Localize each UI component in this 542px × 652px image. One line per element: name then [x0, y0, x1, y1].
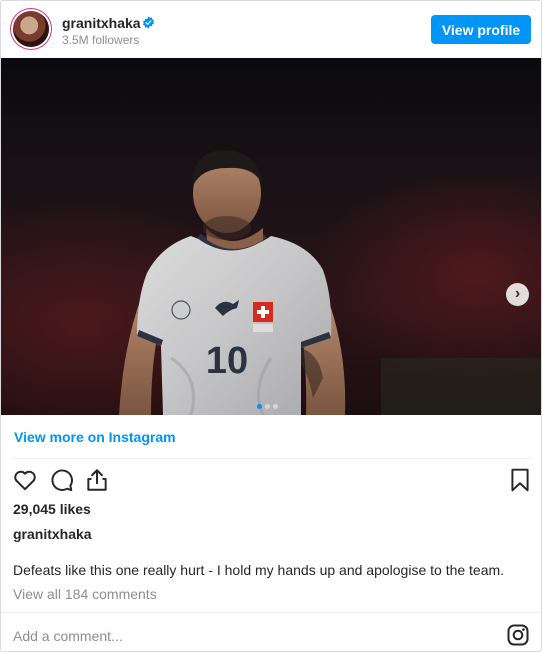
username[interactable]: granitxhaka	[62, 15, 141, 31]
view-all-comments-link[interactable]: View all 184 comments	[13, 586, 157, 602]
share-icon[interactable]	[84, 467, 110, 493]
comment-icon[interactable]	[48, 467, 74, 493]
divider	[1, 612, 541, 613]
chevron-right-icon: ›	[514, 285, 521, 302]
add-comment-input[interactable]: Add a comment...	[13, 628, 123, 644]
player-photo-illustration: 10	[1, 58, 541, 415]
bookmark-icon[interactable]	[507, 467, 533, 493]
carousel-dot-active	[257, 404, 262, 409]
instagram-icon[interactable]	[506, 623, 530, 647]
view-more-on-instagram-link[interactable]: View more on Instagram	[14, 429, 176, 445]
caption-username[interactable]: granitxhaka	[13, 526, 92, 542]
view-profile-button[interactable]: View profile	[431, 15, 531, 44]
post-header: granitxhaka 3.5M followers View profile	[1, 1, 541, 58]
caption-text: Defeats like this one really hurt - I ho…	[13, 562, 505, 578]
jersey-number: 10	[206, 340, 248, 382]
like-count[interactable]: 29,045 likes	[13, 501, 91, 517]
heart-icon[interactable]	[12, 467, 38, 493]
follower-count: 3.5M followers	[62, 33, 140, 47]
carousel-dot	[273, 404, 278, 409]
next-slide-button[interactable]: ›	[506, 283, 529, 306]
carousel-dot	[265, 404, 270, 409]
post-photo[interactable]: 10 ›	[1, 58, 541, 415]
verified-badge-icon	[143, 16, 154, 29]
avatar[interactable]	[13, 11, 49, 47]
carousel-indicator	[257, 396, 281, 409]
instagram-embed-card: granitxhaka 3.5M followers View profile	[0, 0, 542, 652]
divider	[13, 458, 531, 459]
